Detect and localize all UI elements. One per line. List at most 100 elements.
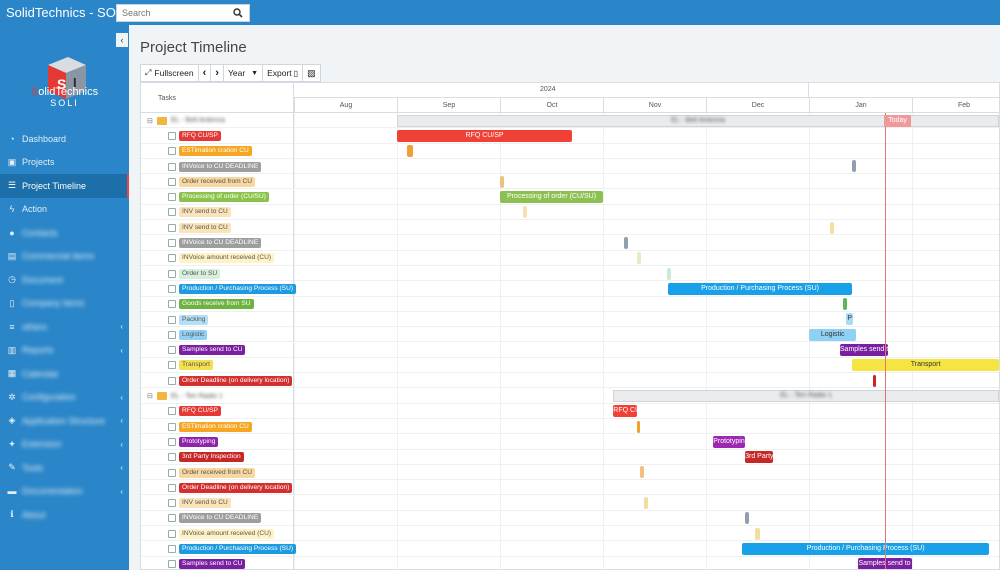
collapse-sidebar-button[interactable]: ‹	[116, 33, 128, 47]
task-bar[interactable]: Logistic	[809, 328, 857, 341]
task-bar[interactable]	[829, 221, 834, 234]
task-checkbox[interactable]	[168, 254, 176, 263]
task-cell[interactable]: Packing	[141, 311, 294, 328]
task-cell[interactable]: Transport	[141, 357, 294, 374]
sidebar-item-document[interactable]: ◷ Document	[0, 268, 129, 292]
task-cell[interactable]: Goods receive from SU	[141, 296, 294, 312]
task-bar[interactable]: RFQ CU/SP	[397, 129, 573, 142]
task-checkbox[interactable]	[168, 131, 176, 140]
search-box[interactable]	[116, 3, 250, 22]
task-cell[interactable]: Order Deadline (on delivery location)	[141, 373, 294, 389]
collapse-group-icon[interactable]: ⊟	[147, 392, 153, 400]
sidebar-item-about[interactable]: ℹ About	[0, 503, 129, 527]
task-bar[interactable]	[522, 206, 527, 219]
next-button[interactable]: ›	[211, 65, 224, 81]
task-cell[interactable]: 3rd Party Inspection	[141, 449, 294, 465]
task-checkbox[interactable]	[168, 315, 176, 324]
task-cell[interactable]: RFQ CU/SP	[141, 128, 294, 144]
task-checkbox[interactable]	[168, 437, 176, 446]
task-bar[interactable]: Prototyping	[713, 435, 746, 448]
task-bar[interactable]: Transport	[852, 359, 999, 372]
task-cell[interactable]: Samples send to CU	[141, 342, 294, 358]
task-checkbox[interactable]	[168, 407, 176, 416]
task-bar[interactable]	[745, 512, 750, 525]
task-bar[interactable]	[644, 497, 649, 509]
app-title[interactable]: SolidTechnics - SOLI	[0, 5, 128, 20]
sidebar-item-configuration[interactable]: ✲ Configuration ‹	[0, 386, 129, 410]
task-cell[interactable]: INV send to CU	[141, 220, 294, 236]
task-checkbox[interactable]	[168, 208, 176, 217]
task-cell[interactable]: Samples send to CU	[141, 556, 294, 569]
task-cell[interactable]: Prototyping	[141, 434, 294, 450]
task-cell[interactable]: INVoice to CU DEADLINE	[141, 510, 294, 527]
task-bar[interactable]	[842, 298, 848, 311]
task-checkbox[interactable]	[168, 193, 176, 202]
sidebar-item-others[interactable]: ≡ others ‹	[0, 315, 129, 339]
task-bar[interactable]: Production / Purchasing Process (SU)	[667, 282, 853, 295]
task-checkbox[interactable]	[168, 453, 176, 462]
task-cell[interactable]: Order received from CU	[141, 174, 294, 190]
task-cell[interactable]: Production / Purchasing Process (SU)	[141, 281, 297, 297]
task-bar[interactable]	[666, 267, 671, 280]
sidebar-item-projects[interactable]: ▣ Projects	[0, 151, 129, 175]
task-checkbox[interactable]	[168, 177, 176, 186]
task-bar[interactable]	[500, 175, 505, 188]
task-cell[interactable]: Order Deadline (on delivery location)	[141, 480, 294, 496]
task-cell[interactable]: Production / Purchasing Process (SU)	[141, 541, 297, 557]
task-cell[interactable]: Order to SU	[141, 266, 294, 282]
task-checkbox[interactable]	[168, 300, 176, 309]
sidebar-item-company-items[interactable]: ▯ Company items	[0, 292, 129, 316]
search-input[interactable]	[117, 4, 229, 21]
task-cell[interactable]: ESTimation cration CU	[141, 419, 294, 435]
task-checkbox[interactable]	[168, 545, 176, 554]
task-checkbox[interactable]	[168, 361, 176, 370]
task-cell[interactable]: Order received from CU	[141, 464, 294, 481]
task-checkbox[interactable]	[168, 223, 176, 232]
task-checkbox[interactable]	[168, 422, 176, 431]
task-bar[interactable]	[755, 527, 760, 540]
task-checkbox[interactable]	[168, 147, 176, 156]
task-cell[interactable]: Logistic	[141, 327, 294, 343]
task-bar[interactable]: P	[846, 313, 854, 326]
task-cell[interactable]: INVoice to CU DEADLINE	[141, 158, 294, 175]
task-checkbox[interactable]	[168, 162, 176, 171]
sidebar-item-project-timeline[interactable]: ☰ Project Timeline	[0, 174, 129, 198]
task-bar[interactable]	[640, 466, 645, 479]
task-checkbox[interactable]	[168, 560, 176, 569]
task-checkbox[interactable]	[168, 330, 176, 339]
task-checkbox[interactable]	[168, 499, 176, 508]
task-cell[interactable]: INV send to CU	[141, 204, 294, 221]
task-bar[interactable]: Processing of order (CU/SU)	[500, 191, 603, 203]
task-cell[interactable]: RFQ CU/SP	[141, 403, 294, 419]
sidebar-item-reports[interactable]: ▥ Reports ‹	[0, 339, 129, 363]
collapse-group-icon[interactable]: ⊟	[147, 117, 153, 125]
task-bar[interactable]	[407, 145, 414, 158]
sidebar-item-application-structure[interactable]: ◈ Application Structure ‹	[0, 409, 129, 433]
task-bar[interactable]	[636, 252, 642, 265]
task-checkbox[interactable]	[168, 483, 176, 492]
task-bar[interactable]	[623, 236, 628, 249]
task-bar[interactable]: 3rd Party Inspection	[745, 451, 773, 464]
task-cell[interactable]: ⊟ EL - Ten Radio 1	[141, 388, 294, 404]
task-bar[interactable]: Production / Purchasing Process (SU)	[742, 542, 990, 555]
task-checkbox[interactable]	[168, 269, 176, 278]
task-cell[interactable]: INVoice amount received (CU)	[141, 526, 294, 542]
search-icon[interactable]	[229, 7, 247, 18]
sidebar-item-tools[interactable]: ✎ Tools ‹	[0, 456, 129, 480]
task-bar[interactable]	[852, 160, 857, 173]
sidebar-item-contacts[interactable]: ● Contacts	[0, 221, 129, 245]
task-bar[interactable]	[872, 374, 876, 387]
fullscreen-button[interactable]: ⤢ Fullscreen	[141, 65, 199, 81]
task-bar[interactable]: Samples send to CU	[839, 344, 889, 356]
task-bar[interactable]	[636, 420, 641, 433]
sidebar-item-action[interactable]: ϟ Action	[0, 198, 129, 222]
sidebar-item-extension[interactable]: ✦ Extension ‹	[0, 433, 129, 457]
task-checkbox[interactable]	[168, 346, 176, 355]
task-checkbox[interactable]	[168, 239, 176, 248]
task-cell[interactable]: INV send to CU	[141, 495, 294, 511]
task-cell[interactable]: Processing of order (CU/SU)	[141, 189, 294, 205]
task-checkbox[interactable]	[168, 529, 176, 538]
task-cell[interactable]: ⊟ EL - Bell Antenna	[141, 113, 294, 129]
sidebar-item-documentation[interactable]: ▬ Documentation ‹	[0, 480, 129, 504]
export-button[interactable]: Export ▯	[263, 65, 304, 81]
